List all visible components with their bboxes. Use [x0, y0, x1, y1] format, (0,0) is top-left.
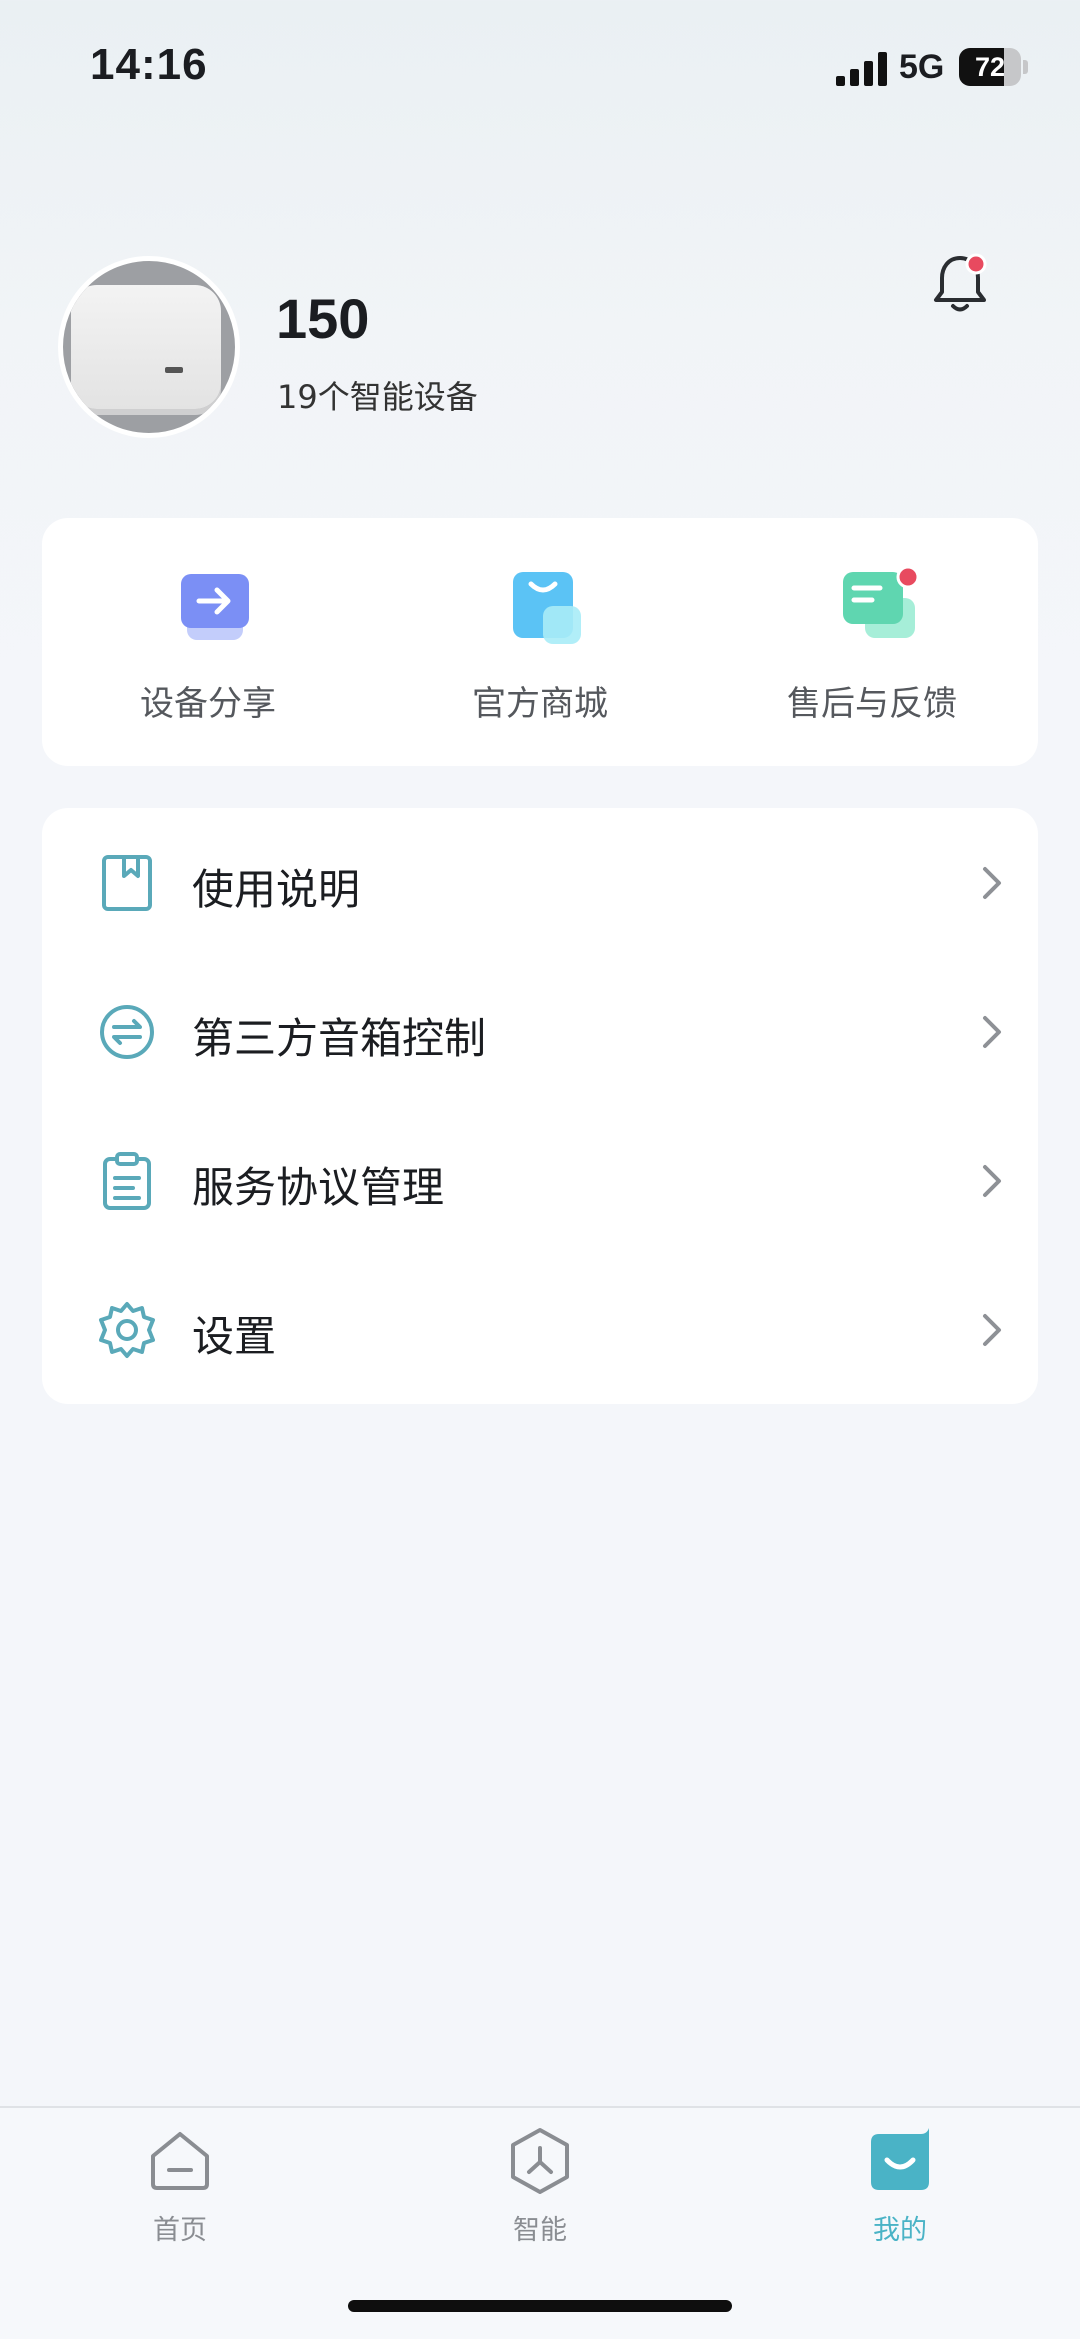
clipboard-icon — [103, 1152, 151, 1210]
quick-action-official-store[interactable]: 官方商城 — [374, 518, 706, 766]
menu-item-user-guide[interactable]: 使用说明 — [42, 808, 1038, 957]
menu-item-settings[interactable]: 设置 — [42, 1255, 1038, 1404]
tab-label: 首页 — [153, 2215, 207, 2246]
username[interactable]: 150 — [276, 286, 369, 351]
gear-icon — [99, 1302, 155, 1358]
feedback-badge-dot — [896, 568, 919, 589]
quick-action-label: 官方商城 — [472, 684, 608, 724]
tab-label: 智能 — [513, 2215, 567, 2246]
quick-actions-card: 设备分享 官方商城 售后与反馈 — [42, 518, 1038, 766]
avatar-device-image — [71, 285, 221, 409]
avatar[interactable] — [58, 256, 240, 438]
shopping-bag-icon — [513, 572, 581, 644]
cellular-signal-icon — [836, 52, 887, 86]
menu-item-label: 服务协议管理 — [192, 1163, 445, 1212]
menu-item-third-party-speaker[interactable]: 第三方音箱控制 — [42, 957, 1038, 1106]
feedback-chat-icon — [843, 568, 919, 638]
share-arrow-icon — [181, 574, 249, 640]
battery-icon: 72 — [959, 48, 1029, 86]
swap-arrows-icon — [100, 1005, 154, 1059]
status-bar: 14:16 5G 72 — [0, 0, 1080, 140]
home-icon — [151, 2132, 209, 2190]
quick-action-device-share[interactable]: 设备分享 — [42, 518, 374, 766]
menu-item-label: 设置 — [192, 1312, 277, 1361]
tab-smart[interactable]: 智能 — [360, 2108, 720, 2268]
tab-mine[interactable]: 我的 — [720, 2108, 1080, 2268]
notification-dot — [965, 253, 987, 275]
menu-item-service-agreement[interactable]: 服务协议管理 — [42, 1106, 1038, 1255]
status-time: 14:16 — [90, 40, 208, 89]
notification-bell-icon[interactable] — [930, 250, 990, 318]
device-count[interactable]: 19个智能设备 — [277, 372, 478, 418]
tab-label: 我的 — [873, 2215, 927, 2246]
chevron-right-icon — [983, 1016, 1001, 1048]
network-type: 5G — [899, 48, 945, 86]
chevron-right-icon — [983, 1314, 1001, 1346]
menu-item-label: 第三方音箱控制 — [192, 1014, 487, 1063]
home-indicator — [348, 2300, 732, 2312]
bookmark-book-icon — [102, 855, 152, 911]
quick-action-label: 设备分享 — [140, 684, 276, 724]
hexagon-smart-icon — [511, 2128, 569, 2194]
smile-profile-icon — [871, 2128, 929, 2190]
quick-action-after-sales-feedback[interactable]: 售后与反馈 — [706, 518, 1038, 766]
chevron-right-icon — [983, 867, 1001, 899]
chevron-right-icon — [983, 1165, 1001, 1197]
battery-level: 72 — [974, 52, 1006, 82]
quick-action-label: 售后与反馈 — [787, 684, 957, 724]
menu-card: 使用说明 第三方音箱控制 服务协议管理 设置 — [42, 808, 1038, 1404]
menu-item-label: 使用说明 — [192, 865, 361, 914]
tab-home[interactable]: 首页 — [0, 2108, 360, 2268]
